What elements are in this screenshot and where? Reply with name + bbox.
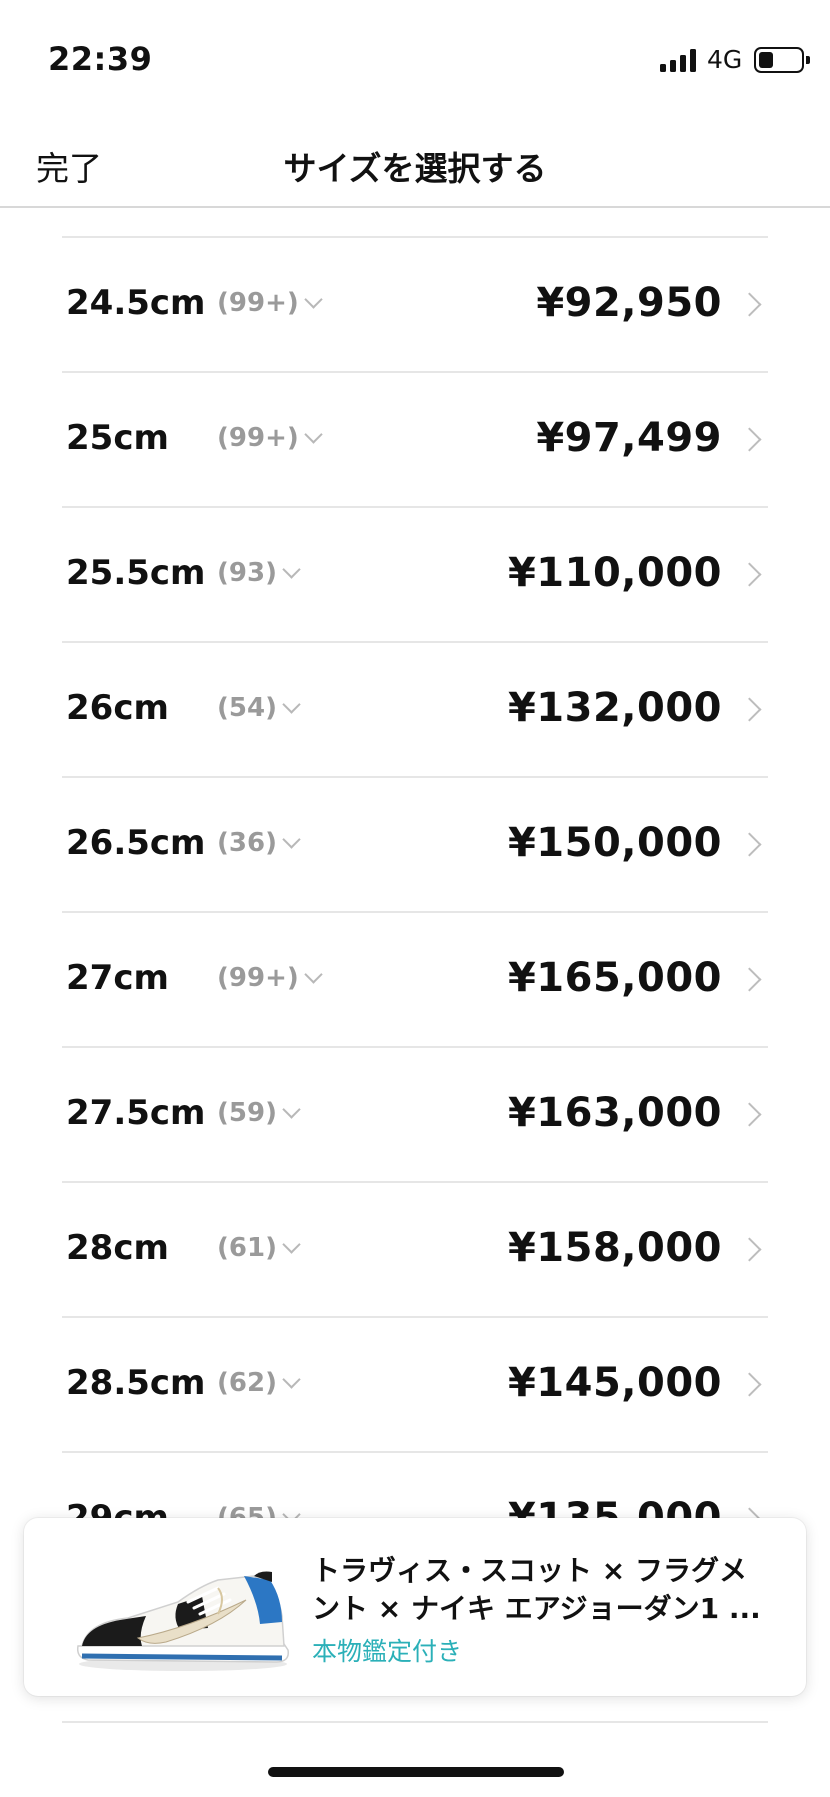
size-label: 25cm bbox=[66, 418, 169, 458]
size-row[interactable]: 26.5cm (36) ¥150,000 bbox=[62, 778, 768, 913]
size-select-screen: 22:39 4G 完了 サイズを選択する 24.5cm (99+) ¥92,95… bbox=[0, 0, 830, 1797]
listing-count-toggle[interactable]: (99+) bbox=[217, 423, 323, 453]
size-row[interactable]: 26cm (54) ¥132,000 bbox=[62, 643, 768, 778]
network-type: 4G bbox=[707, 45, 743, 74]
listing-count-toggle[interactable]: (61) bbox=[217, 1233, 301, 1263]
page-title: サイズを選択する bbox=[283, 149, 547, 188]
chevron-down-icon bbox=[304, 424, 323, 444]
size-price: ¥132,000 bbox=[507, 685, 722, 731]
chevron-down-icon bbox=[282, 1099, 301, 1119]
size-label: 27.5cm bbox=[66, 1093, 206, 1133]
product-name-line: トラヴィス・スコット × フラグメ bbox=[312, 1554, 747, 1587]
list-divider bbox=[62, 1721, 768, 1723]
size-label: 28.5cm bbox=[66, 1363, 206, 1403]
size-row[interactable]: 28cm (61) ¥158,000 bbox=[62, 1183, 768, 1318]
size-price: ¥110,000 bbox=[507, 550, 722, 596]
chevron-down-icon bbox=[282, 829, 301, 849]
product-name: トラヴィス・スコット × フラグメ ント × ナイキ エアジョーダン1 ... bbox=[312, 1552, 782, 1628]
chevron-down-icon bbox=[282, 1369, 301, 1389]
battery-level bbox=[759, 52, 773, 68]
size-label: 26cm bbox=[66, 688, 169, 728]
size-price: ¥92,950 bbox=[536, 280, 722, 326]
listing-count: (99+) bbox=[217, 963, 299, 993]
size-label: 28cm bbox=[66, 1228, 169, 1268]
listing-count: (36) bbox=[217, 828, 277, 858]
signal-bars-icon bbox=[660, 48, 698, 72]
listing-count: (54) bbox=[217, 693, 277, 723]
status-bar: 22:39 4G bbox=[0, 0, 830, 110]
size-row[interactable]: 27cm (99+) ¥165,000 bbox=[62, 913, 768, 1048]
listing-count: (62) bbox=[217, 1368, 277, 1398]
listing-count-toggle[interactable]: (36) bbox=[217, 828, 301, 858]
size-price: ¥165,000 bbox=[507, 955, 722, 1001]
size-label: 24.5cm bbox=[66, 283, 206, 323]
listing-count-toggle[interactable]: (62) bbox=[217, 1368, 301, 1398]
listing-count-toggle[interactable]: (54) bbox=[217, 693, 301, 723]
size-label: 27cm bbox=[66, 958, 169, 998]
listing-count-toggle[interactable]: (59) bbox=[217, 1098, 301, 1128]
chevron-right-icon bbox=[737, 427, 762, 452]
listing-count: (59) bbox=[217, 1098, 277, 1128]
listing-count: (99+) bbox=[217, 288, 299, 318]
chevron-right-icon bbox=[737, 832, 762, 857]
chevron-down-icon bbox=[282, 559, 301, 579]
listing-count-toggle[interactable]: (99+) bbox=[217, 963, 323, 993]
listing-count-toggle[interactable]: (93) bbox=[217, 558, 301, 588]
battery-icon bbox=[754, 47, 810, 73]
size-price: ¥158,000 bbox=[507, 1225, 722, 1271]
size-price: ¥150,000 bbox=[507, 820, 722, 866]
size-label: 26.5cm bbox=[66, 823, 206, 863]
size-row[interactable]: 27.5cm (59) ¥163,000 bbox=[62, 1048, 768, 1183]
chevron-down-icon bbox=[282, 694, 301, 714]
size-row[interactable]: 28.5cm (62) ¥145,000 bbox=[62, 1318, 768, 1453]
size-label: 25.5cm bbox=[66, 553, 206, 593]
nav-bar: 完了 サイズを選択する bbox=[0, 110, 830, 208]
size-price: ¥163,000 bbox=[507, 1090, 722, 1136]
chevron-down-icon bbox=[282, 1234, 301, 1254]
status-time: 22:39 bbox=[48, 40, 153, 78]
chevron-right-icon bbox=[737, 1237, 762, 1262]
chevron-right-icon bbox=[737, 1372, 762, 1397]
size-price: ¥97,499 bbox=[536, 415, 722, 461]
listing-count: (99+) bbox=[217, 423, 299, 453]
chevron-right-icon bbox=[737, 967, 762, 992]
chevron-right-icon bbox=[737, 697, 762, 722]
chevron-down-icon bbox=[304, 964, 323, 984]
size-row[interactable]: 25.5cm (93) ¥110,000 bbox=[62, 508, 768, 643]
product-name-line: ント × ナイキ エアジョーダン1 ... bbox=[312, 1592, 761, 1625]
listing-count: (61) bbox=[217, 1233, 277, 1263]
sneaker-image bbox=[76, 1571, 289, 1671]
chevron-down-icon bbox=[304, 289, 323, 309]
chevron-right-icon bbox=[737, 1102, 762, 1127]
size-row[interactable]: 25cm (99+) ¥97,499 bbox=[62, 373, 768, 508]
chevron-right-icon bbox=[737, 562, 762, 587]
authenticity-tag: 本物鑑定付き bbox=[312, 1637, 463, 1666]
chevron-right-icon bbox=[737, 292, 762, 317]
product-card[interactable]: トラヴィス・スコット × フラグメ ント × ナイキ エアジョーダン1 ... … bbox=[24, 1518, 806, 1696]
size-price: ¥145,000 bbox=[507, 1360, 722, 1406]
size-row[interactable]: 24.5cm (99+) ¥92,950 bbox=[62, 238, 768, 373]
home-indicator[interactable] bbox=[268, 1767, 564, 1777]
listing-count: (93) bbox=[217, 558, 277, 588]
listing-count-toggle[interactable]: (99+) bbox=[217, 288, 323, 318]
